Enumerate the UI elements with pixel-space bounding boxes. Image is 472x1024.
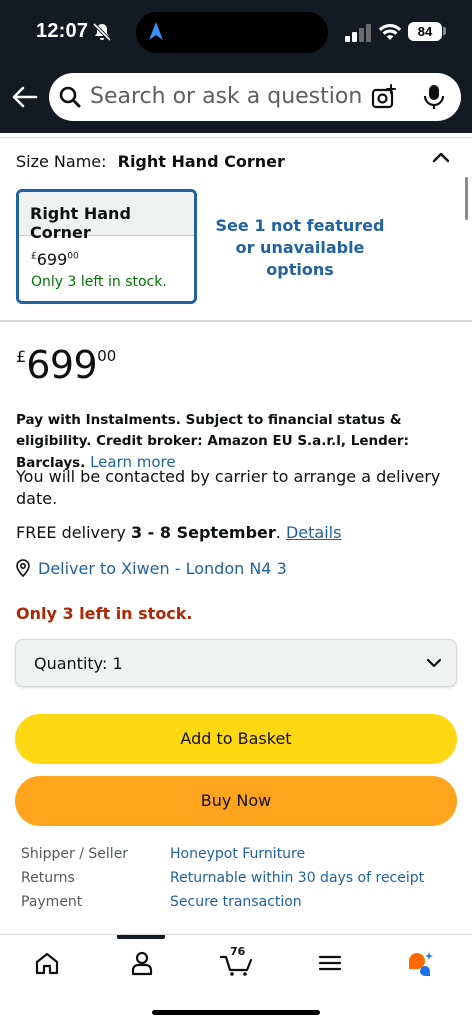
menu-icon[interactable]	[316, 949, 344, 977]
home-icon[interactable]	[33, 949, 61, 977]
status-time: 12:07	[36, 20, 89, 42]
account-icon[interactable]	[128, 949, 156, 977]
info-key: Returns	[21, 870, 75, 886]
search-icon	[59, 86, 81, 108]
divider	[0, 320, 472, 322]
location-pin-icon	[16, 559, 30, 577]
camera-icon[interactable]	[371, 84, 397, 110]
home-indicator	[152, 1010, 320, 1015]
variation-label: Size Name:	[16, 152, 107, 171]
swatch-price-fraction: 00	[67, 251, 79, 262]
info-key: Payment	[21, 894, 83, 910]
microphone-icon[interactable]	[423, 84, 445, 110]
battery-tip	[443, 27, 446, 35]
chevron-up-icon[interactable]	[432, 150, 450, 164]
instalments-text: Pay with Instalments. Subject to financi…	[16, 412, 409, 471]
variation-selected-value: Right Hand Corner	[117, 152, 285, 171]
battery-indicator: 84	[408, 22, 442, 41]
app-header: 12:07 84 Search or ask a question	[0, 0, 472, 133]
price-currency: £	[16, 347, 27, 366]
delivery-details-link[interactable]: Details	[286, 523, 341, 542]
quantity-dropdown[interactable]: Quantity: 1	[15, 639, 457, 687]
delivery-dates: 3 - 8 September	[130, 523, 276, 542]
delivery-suffix: .	[275, 523, 286, 542]
chevron-down-icon	[426, 658, 442, 668]
variation-header[interactable]: Size Name: Right Hand Corner	[16, 152, 285, 171]
divider	[0, 137, 472, 138]
carrier-contact-note: You will be contacted by carrier to arra…	[16, 467, 441, 508]
navigation-arrow-icon	[149, 22, 163, 40]
quantity-label: Quantity: 1	[34, 654, 123, 673]
buy-now-button[interactable]: Buy Now	[15, 776, 457, 826]
variation-swatch-selected[interactable]: Right Hand Corner £69900 Only 3 left in …	[16, 189, 197, 304]
instalments-note: Pay with Instalments. Subject to financi…	[16, 410, 464, 474]
payment-link[interactable]: Secure transaction	[170, 894, 302, 910]
info-key: Shipper / Seller	[21, 846, 129, 862]
status-bar: 12:07 84	[0, 0, 472, 62]
product-price: £69900	[16, 343, 116, 387]
swatch-price: £69900	[31, 250, 79, 269]
wifi-icon	[378, 24, 402, 40]
price-fraction: 00	[97, 347, 117, 365]
dynamic-island	[136, 12, 328, 53]
stock-warning: Only 3 left in stock.	[16, 604, 193, 623]
unavailable-options-link[interactable]: See 1 not featured or unavailable option…	[210, 215, 390, 281]
delivery-info: FREE delivery 3 - 8 September. Details	[16, 523, 341, 542]
rufus-assistant-icon[interactable]	[406, 949, 434, 977]
returns-link[interactable]: Returnable within 30 days of receipt	[170, 870, 424, 886]
add-to-basket-button[interactable]: Add to Basket	[15, 714, 457, 764]
search-bar[interactable]: Search or ask a question	[49, 73, 461, 121]
seller-link[interactable]: Honeypot Furniture	[170, 846, 305, 862]
swatch-price-whole: 699	[36, 250, 68, 269]
swatch-stock-status: Only 3 left in stock.	[31, 274, 167, 290]
deliver-to-text: Deliver to Xiwen - London N4 3	[38, 559, 287, 578]
scrollbar[interactable]	[465, 177, 468, 220]
bell-muted-icon	[92, 22, 112, 42]
delivery-prefix: FREE delivery	[16, 523, 131, 542]
cellular-signal-icon	[345, 24, 371, 42]
price-whole: 699	[26, 343, 98, 387]
back-arrow-icon[interactable]	[10, 84, 40, 110]
active-tab-indicator	[117, 935, 165, 939]
search-input[interactable]: Search or ask a question	[90, 84, 362, 109]
swatch-title: Right Hand Corner	[19, 192, 194, 242]
cart-count-badge: 76	[230, 945, 246, 958]
deliver-to-link[interactable]: Deliver to Xiwen - London N4 3	[16, 559, 287, 578]
